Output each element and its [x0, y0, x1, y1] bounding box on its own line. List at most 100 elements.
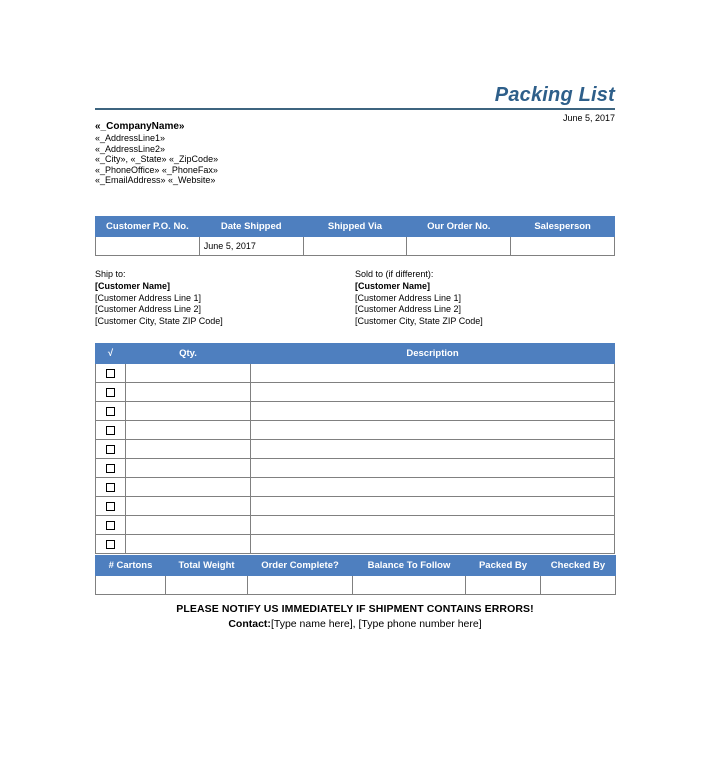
packed-by-field[interactable]	[465, 575, 541, 595]
summary-section: # Cartons Total Weight Order Complete? B…	[95, 555, 616, 595]
sold-to-city-state-zip: [Customer City, State ZIP Code]	[355, 315, 483, 326]
items-section: √ Qty. Description	[95, 343, 615, 554]
table-row	[95, 420, 615, 440]
date-shipped-field[interactable]: June 5, 2017	[198, 236, 304, 256]
item-description-field[interactable]	[250, 382, 615, 402]
item-description-field[interactable]	[250, 439, 615, 459]
checkbox-icon[interactable]	[106, 521, 115, 531]
table-row	[95, 439, 615, 459]
summary-header-cell: Balance To Follow	[352, 555, 466, 576]
table-row	[95, 401, 615, 421]
table-row	[95, 575, 616, 595]
item-checkbox-cell[interactable]	[95, 477, 126, 497]
sold-to-customer-name: [Customer Name]	[355, 281, 431, 292]
item-checkbox-cell[interactable]	[95, 363, 126, 383]
shipped-via-field[interactable]	[302, 236, 408, 256]
table-row	[95, 382, 615, 402]
item-qty-field[interactable]	[125, 439, 251, 459]
customer-po-no-field[interactable]	[95, 236, 200, 256]
table-row	[95, 477, 615, 497]
checkbox-icon[interactable]	[106, 388, 115, 398]
table-row: June 5, 2017	[95, 236, 615, 256]
company-city-state-zip: «_City», «_State» «_ZipCode»	[95, 154, 219, 165]
item-qty-field[interactable]	[125, 363, 251, 383]
item-qty-field[interactable]	[125, 382, 251, 402]
table-row	[95, 515, 615, 535]
ship-to-customer-name: [Customer Name]	[95, 281, 171, 292]
sold-to-label: Sold to (if different):	[355, 269, 434, 279]
order-complete-field[interactable]	[247, 575, 353, 595]
item-description-field[interactable]	[250, 401, 615, 421]
company-address-line-2: «_AddressLine2»	[95, 143, 166, 154]
item-description-field[interactable]	[250, 496, 615, 516]
item-qty-field[interactable]	[125, 515, 251, 535]
item-qty-field[interactable]	[125, 477, 251, 497]
table-row	[95, 496, 615, 516]
sold-to-block: Sold to (if different): [Customer Name] …	[355, 269, 615, 327]
items-table-body	[95, 363, 615, 554]
checkbox-icon[interactable]	[106, 540, 115, 550]
item-description-field[interactable]	[250, 458, 615, 478]
cartons-field[interactable]	[95, 575, 166, 595]
item-checkbox-cell[interactable]	[95, 515, 126, 535]
item-qty-field[interactable]	[125, 496, 251, 516]
document-header: Packing List June 5, 2017	[95, 84, 615, 124]
item-description-field[interactable]	[250, 477, 615, 497]
ship-to-address-line-2: [Customer Address Line 2]	[95, 304, 202, 315]
summary-table: # Cartons Total Weight Order Complete? B…	[95, 555, 616, 595]
item-checkbox-cell[interactable]	[95, 439, 126, 459]
item-qty-field[interactable]	[125, 458, 251, 478]
item-qty-field[interactable]	[125, 420, 251, 440]
ship-to-address-line-1: [Customer Address Line 1]	[95, 292, 202, 303]
title-divider	[95, 108, 615, 110]
summary-header-cell: Order Complete?	[247, 555, 353, 576]
checkbox-icon[interactable]	[106, 407, 115, 417]
order-info-header-row: Customer P.O. No. Date Shipped Shipped V…	[95, 216, 615, 237]
item-checkbox-cell[interactable]	[95, 420, 126, 440]
item-checkbox-cell[interactable]	[95, 496, 126, 516]
our-order-no-field[interactable]	[406, 236, 512, 256]
checkbox-icon[interactable]	[106, 483, 115, 493]
order-header-cell: Customer P.O. No.	[95, 216, 200, 237]
ship-to-city-state-zip: [Customer City, State ZIP Code]	[95, 315, 223, 326]
checked-by-field[interactable]	[540, 575, 616, 595]
total-weight-field[interactable]	[165, 575, 248, 595]
checkbox-icon[interactable]	[106, 464, 115, 474]
table-row	[95, 458, 615, 478]
error-notice-text: PLEASE NOTIFY US IMMEDIATELY IF SHIPMENT…	[176, 603, 534, 615]
summary-header-cell: Checked By	[540, 555, 616, 576]
order-info-table: Customer P.O. No. Date Shipped Shipped V…	[95, 216, 615, 256]
balance-to-follow-field[interactable]	[352, 575, 466, 595]
checkbox-icon[interactable]	[106, 502, 115, 512]
item-qty-field[interactable]	[125, 534, 251, 554]
order-info-section: Customer P.O. No. Date Shipped Shipped V…	[95, 216, 615, 256]
packing-list-page: Packing List June 5, 2017 «_CompanyName»…	[0, 0, 708, 766]
item-description-field[interactable]	[250, 515, 615, 535]
address-section: Ship to: [Customer Name] [Customer Addre…	[95, 269, 615, 327]
items-header-description: Description	[250, 343, 615, 364]
sold-to-address-line-2: [Customer Address Line 2]	[355, 304, 462, 315]
company-phone-fax: «_PhoneOffice» «_PhoneFax»	[95, 164, 218, 175]
page-title: Packing List	[494, 84, 615, 106]
company-info-block: «_CompanyName» «_AddressLine1» «_Address…	[95, 121, 218, 186]
item-checkbox-cell[interactable]	[95, 401, 126, 421]
checkbox-icon[interactable]	[106, 369, 115, 379]
item-description-field[interactable]	[250, 420, 615, 440]
item-description-field[interactable]	[250, 534, 615, 554]
items-header-qty: Qty.	[125, 343, 251, 364]
item-description-field[interactable]	[250, 363, 615, 383]
ship-to-label: Ship to:	[95, 269, 126, 279]
item-checkbox-cell[interactable]	[95, 534, 126, 554]
item-checkbox-cell[interactable]	[95, 458, 126, 478]
footer-section: PLEASE NOTIFY US IMMEDIATELY IF SHIPMENT…	[95, 603, 615, 631]
item-checkbox-cell[interactable]	[95, 382, 126, 402]
salesperson-field[interactable]	[510, 236, 615, 256]
checkmark-icon: √	[95, 343, 126, 364]
order-header-cell: Date Shipped	[198, 216, 304, 237]
checkbox-icon[interactable]	[106, 445, 115, 455]
checkbox-icon[interactable]	[106, 426, 115, 436]
company-address-line-1: «_AddressLine1»	[95, 133, 166, 143]
contact-label: Contact:	[228, 618, 271, 630]
summary-header-cell: Total Weight	[165, 555, 248, 576]
item-qty-field[interactable]	[125, 401, 251, 421]
